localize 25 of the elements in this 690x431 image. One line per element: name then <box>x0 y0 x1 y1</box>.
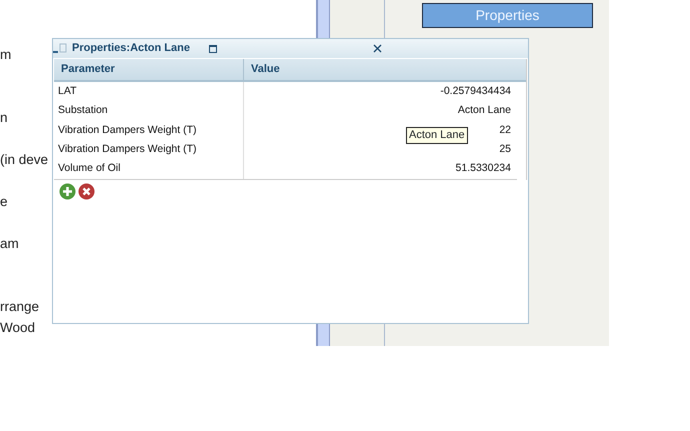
value-text: 25 <box>499 142 511 157</box>
value-text: Acton Lane <box>458 103 511 118</box>
parameter-cell: Vibration Dampers Weight (T) <box>54 120 244 140</box>
close-icon[interactable] <box>372 44 382 53</box>
column-header[interactable]: Parameter <box>54 59 244 80</box>
delete-icon[interactable] <box>78 182 95 200</box>
parameter-cell: Volume of Oil <box>54 160 244 179</box>
column-header[interactable]: Value <box>244 59 516 80</box>
maximize-icon[interactable] <box>208 44 217 52</box>
parameter-cell: Vibration Dampers Weight (T) <box>54 140 244 160</box>
background-text: (in deve <box>0 151 48 169</box>
parameter-cell: LAT <box>54 82 244 102</box>
value-text: 22 <box>499 122 511 138</box>
add-icon[interactable] <box>59 182 76 200</box>
background-text: am <box>0 235 19 253</box>
value-text: -0.2579434434 <box>440 84 511 99</box>
dialog-title: Properties:Acton Lane <box>72 41 190 56</box>
background-text: rrange <box>0 298 40 316</box>
background-text: e <box>0 193 8 211</box>
tooltip: Acton Lane <box>406 127 468 144</box>
background-text: Wood <box>0 319 36 337</box>
parameter-cell: Substation <box>54 101 244 121</box>
value-text: 51.5330234 <box>456 161 511 176</box>
background-text: m <box>0 46 12 64</box>
background-text: n <box>0 109 8 127</box>
